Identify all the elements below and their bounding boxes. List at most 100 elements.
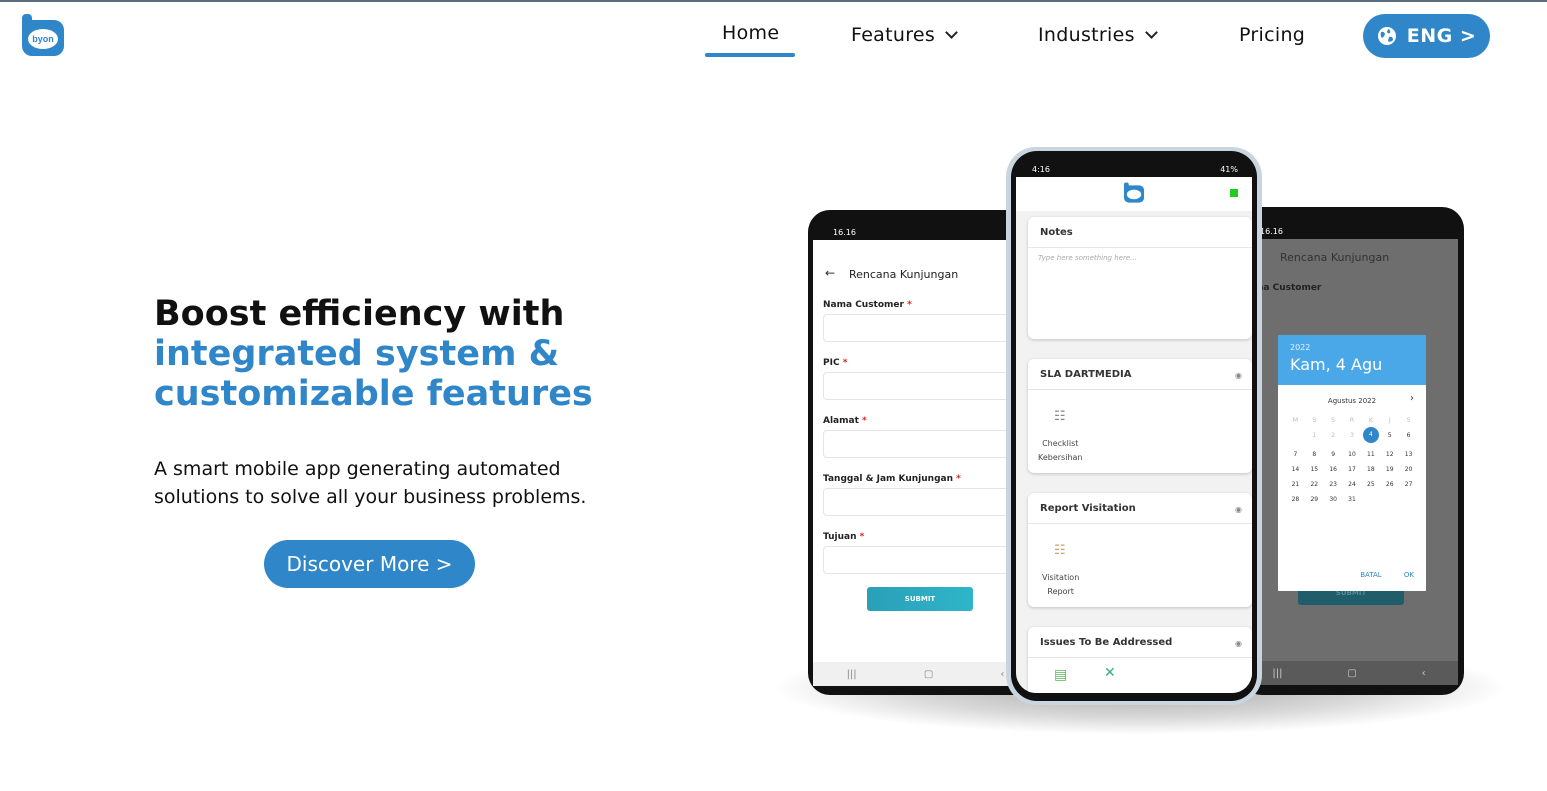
visitation-tile-label: Visitation Report	[1042, 571, 1079, 599]
tile-line: Report	[1047, 587, 1074, 596]
date-picker-dialog: 2022 Kam, 4 Agu Agustus 2022 › MSSRKJS12…	[1278, 335, 1426, 591]
weekday-label: K	[1368, 417, 1373, 424]
back-icon: ‹	[1000, 668, 1005, 680]
calendar-day: 10	[1348, 451, 1356, 458]
calendar-day: 17	[1348, 466, 1356, 473]
notes-card: Notes Type here something here...	[1028, 217, 1252, 339]
calendar-day: 30	[1329, 496, 1337, 503]
status-battery: 41%	[1220, 165, 1238, 174]
byon-logo-icon	[1123, 182, 1145, 203]
sla-card: SLA DARTMEDIA ◉ ☷ Checklist Kebersihan	[1028, 359, 1252, 473]
tujuan-input	[823, 546, 1023, 574]
calendar-day: 26	[1385, 481, 1394, 488]
tile-line: Checklist	[1042, 439, 1079, 448]
form-label: Nama Customer *	[823, 300, 912, 310]
android-nav-bar: ||| ▢ ‹	[813, 662, 1038, 686]
back-icon: ‹	[1421, 667, 1426, 679]
date-picker-header: 2022 Kam, 4 Agu	[1278, 335, 1426, 385]
weekday-label: S	[1406, 417, 1411, 424]
calendar-day: 8	[1312, 451, 1317, 458]
recents-icon: |||	[1272, 667, 1283, 679]
status-bar: 16.16	[813, 226, 1038, 240]
calendar-day: 4	[1362, 427, 1379, 443]
discover-more-button[interactable]: Discover More >	[264, 540, 475, 588]
language-label: ENG >	[1406, 25, 1477, 47]
home-icon: ▢	[1347, 667, 1357, 679]
date-picker-grid: M S S R K J S 1 2 3 4 5 6 7 8 9 10 11 12 13 14 15 16 17 18 19 20 21…	[1286, 417, 1418, 503]
hero-title: Boost efficiency with integrated system …	[154, 294, 593, 414]
calendar-day: 14	[1291, 466, 1300, 473]
calendar-day: 7	[1293, 451, 1298, 458]
hero-title-line1: Boost efficiency with	[154, 294, 565, 334]
form-label: Tujuan *	[823, 532, 864, 542]
submit-button: SUBMIT	[867, 587, 973, 611]
screen-title: Rencana Kunjungan	[849, 268, 959, 281]
tanggal-input	[823, 488, 1023, 516]
required-mark: *	[956, 474, 961, 484]
calendar-day: 6	[1406, 432, 1411, 439]
nav-features-dropdown[interactable]: Features	[851, 24, 958, 46]
clipboard-icon: ▤	[1054, 667, 1068, 683]
hero-title-line3: customizable features	[154, 374, 593, 414]
weekday-label: M	[1292, 417, 1299, 424]
calendar-day: 25	[1367, 481, 1375, 488]
status-time: 16.16	[1260, 227, 1283, 236]
calendar-day: 15	[1310, 466, 1319, 473]
field-label-text: ma Customer	[1254, 283, 1322, 293]
calendar-day: 24	[1348, 481, 1356, 488]
field-label-text: Tanggal & Jam Kunjungan	[823, 474, 954, 484]
nav-home-link[interactable]: Home	[722, 22, 779, 44]
calendar-day: 9	[1331, 451, 1336, 458]
calendar-day: 27	[1404, 481, 1413, 488]
nav-industries-label: Industries	[1038, 24, 1135, 46]
required-mark: *	[859, 532, 865, 542]
chevron-down-icon	[1144, 26, 1158, 39]
issues-card: Issues To Be Addressed ◉ ▤ ✕	[1028, 627, 1252, 693]
nav-active-indicator	[705, 53, 795, 57]
calendar-day: 19	[1385, 466, 1394, 473]
divider	[1028, 247, 1252, 248]
chevron-right-icon: ›	[1410, 393, 1414, 404]
calendar-day: 11	[1367, 451, 1375, 458]
nav-pricing-link[interactable]: Pricing	[1239, 24, 1305, 46]
report-visitation-card: Report Visitation ◉ ☷ Visitation Report	[1028, 493, 1252, 607]
card-title: Issues To Be Addressed	[1040, 637, 1173, 648]
form-label-partial: ma Customer	[1254, 283, 1321, 293]
language-button[interactable]: ENG >	[1363, 14, 1490, 58]
phone-left-screen: 16.16 ← Rencana Kunjungan Nama Customer …	[813, 226, 1038, 686]
calendar-day: 2	[1331, 432, 1336, 439]
phone-center-frame: 4:16 41% Notes Type here something here..…	[1011, 151, 1257, 701]
field-label-text: PIC	[823, 358, 840, 368]
calendar-day: 22	[1310, 481, 1319, 488]
form-label: Tanggal & Jam Kunjungan *	[823, 474, 961, 484]
pic-input	[823, 372, 1023, 400]
phone-right-mockup: 16.16 Rencana Kunjungan ma Customer SUBM…	[1240, 207, 1464, 695]
status-time: 4:16	[1032, 165, 1050, 174]
status-bar: 16.16	[1240, 225, 1458, 239]
chevron-down-icon	[945, 26, 958, 39]
app-header	[1016, 177, 1252, 211]
date-picker-actions: BATAL OK	[1340, 571, 1414, 579]
calendar-day: 13	[1404, 451, 1413, 458]
back-arrow-icon: ←	[825, 266, 836, 280]
tile-line: Visitation	[1042, 573, 1080, 582]
calendar-day	[1286, 432, 1305, 443]
alamat-input	[823, 430, 1023, 458]
notes-placeholder: Type here something here...	[1038, 254, 1137, 262]
eye-icon: ◉	[1235, 505, 1242, 514]
calendar-day: 1	[1312, 432, 1317, 439]
calendar-day: 12	[1385, 451, 1394, 458]
ok-button: OK	[1403, 571, 1414, 579]
calendar-day: 28	[1291, 496, 1300, 503]
byon-logo-icon[interactable]: byon	[20, 14, 66, 58]
phone-right-screen: 16.16 Rencana Kunjungan ma Customer SUBM…	[1240, 225, 1458, 685]
field-label-text: Tujuan	[823, 532, 857, 542]
status-bar: 4:16 41%	[1016, 163, 1252, 177]
checklist-tile-label: Checklist Kebersihan	[1038, 437, 1083, 465]
report-icon: ☷	[1054, 543, 1066, 558]
top-border	[0, 0, 1547, 2]
calendar-day: 18	[1367, 466, 1375, 473]
screen-title: Rencana Kunjungan	[1280, 251, 1390, 264]
nav-industries-dropdown[interactable]: Industries	[1038, 24, 1158, 46]
nama-customer-input	[823, 314, 1023, 342]
